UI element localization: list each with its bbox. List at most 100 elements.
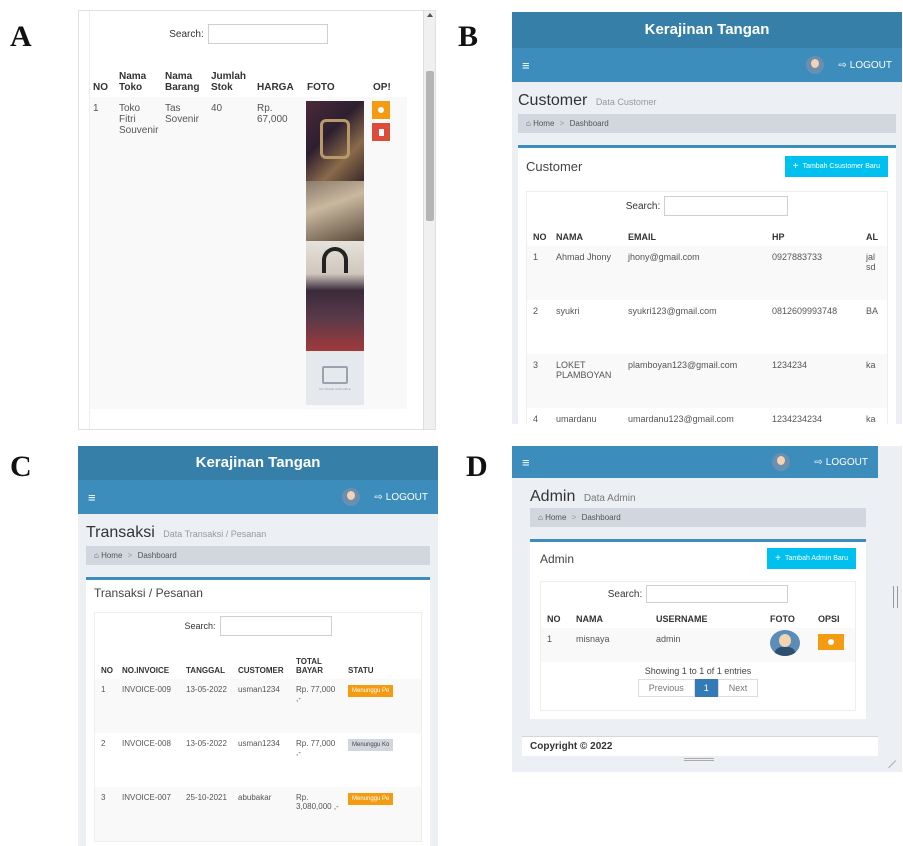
footer-copyright: Copyright © 2022: [530, 741, 613, 752]
scroll-up-arrow-icon[interactable]: [427, 13, 433, 17]
cell-invoice: INVOICE-009: [122, 685, 171, 694]
table-header-row: NO NO.INVOICE TANGGAL CUSTOMER TOTAL BAY…: [95, 639, 421, 679]
cell-hp: 0927883733: [772, 252, 823, 262]
cell-no: 2: [101, 739, 106, 748]
search-input[interactable]: [646, 585, 789, 603]
cell-hp: 1234234: [772, 360, 808, 370]
cell-alamat: ka: [866, 414, 876, 424]
label-d: D: [466, 450, 488, 483]
cell-alamat: jal sd: [866, 252, 876, 272]
plus-icon: +: [775, 553, 781, 564]
cell-invoice: INVOICE-007: [122, 793, 171, 802]
table-row: 2 INVOICE-008 13-05-2022 usman1234 Rp. 7…: [95, 733, 421, 787]
th-nama-barang: Nama Barang: [165, 71, 200, 93]
cell-username: admin: [656, 634, 681, 644]
th-harga: HARGA: [257, 82, 294, 93]
box-header: Admin + Tambah Admin Baru: [540, 548, 856, 569]
table-wrapper: Search: NO NAMA EMAIL HP AL 1 Ahmad Jhon…: [526, 191, 888, 424]
cell-foto: [767, 628, 815, 662]
page-header: Admin Data Admin: [512, 478, 902, 508]
page-title: Customer: [518, 92, 588, 109]
user-avatar[interactable]: [772, 453, 791, 471]
resize-handle-vertical[interactable]: [893, 586, 898, 608]
breadcrumb: ⌂ Home > Dashboard: [518, 114, 896, 133]
breadcrumb-sep: >: [559, 119, 565, 128]
product-photo-3[interactable]: [306, 241, 364, 351]
cell-no: 1: [547, 634, 553, 644]
search-row: Search:: [95, 613, 421, 639]
th-invoice: NO.INVOICE: [122, 666, 170, 675]
breadcrumb-sep: >: [571, 513, 577, 522]
cell-nama-barang: Tas Sovenir: [165, 103, 199, 125]
breadcrumb-dashboard[interactable]: Dashboard: [138, 551, 177, 560]
pagination-next[interactable]: Next: [717, 679, 759, 697]
pagination-page-1[interactable]: 1: [694, 679, 718, 697]
cell-foto: NO IMAGE AVAILABLE: [304, 97, 370, 409]
navbar: ≡ ⇨ LOGOUT: [512, 48, 902, 82]
avatar: [770, 630, 800, 656]
avatar-face: [779, 634, 791, 647]
breadcrumb-home[interactable]: Home: [533, 119, 554, 128]
resize-handle-horizontal[interactable]: [684, 758, 714, 761]
scrollbar-thumb[interactable]: [426, 71, 434, 221]
product-photo-2[interactable]: [306, 181, 364, 241]
cell-opsi: [815, 628, 855, 662]
resize-handle-corner[interactable]: [881, 753, 897, 769]
breadcrumb-dashboard[interactable]: Dashboard: [570, 119, 609, 128]
cell-total: Rp. 77,000 ,-: [296, 685, 336, 703]
cell-stok: 40: [211, 103, 223, 114]
search-input[interactable]: [219, 616, 332, 636]
th-foto: FOTO: [307, 82, 335, 93]
edit-button[interactable]: [818, 634, 844, 650]
add-customer-button[interactable]: + Tambah Csustomer Baru: [784, 156, 888, 177]
logout-button[interactable]: ⇨ LOGOUT: [814, 457, 868, 468]
search-label: Search:: [607, 588, 643, 600]
search-row: Search:: [527, 192, 887, 220]
breadcrumb-dashboard[interactable]: Dashboard: [582, 513, 621, 522]
edit-button[interactable]: [372, 101, 390, 119]
th-no: NO: [93, 82, 108, 93]
breadcrumb-sep: >: [127, 551, 133, 560]
pagination-previous[interactable]: Previous: [637, 679, 695, 697]
brand-bar: Kerajinan Tangan: [512, 12, 902, 48]
add-admin-button[interactable]: + Tambah Admin Baru: [767, 548, 856, 569]
th-no: NO: [101, 666, 113, 675]
cell-email: jhony@gmail.com: [628, 252, 700, 262]
cell-no: 4: [533, 414, 539, 424]
table-row: 1 misnaya admin: [541, 628, 855, 662]
breadcrumb: ⌂ Home > Dashboard: [530, 508, 866, 527]
search-input[interactable]: [664, 196, 789, 216]
th-jumlah-stok: Jumlah Stok: [211, 71, 247, 93]
cell-harga: Rp. 67,000: [257, 103, 288, 125]
plus-icon: +: [792, 161, 799, 172]
cell-tanggal: 13-05-2022: [186, 685, 227, 694]
search-input[interactable]: [207, 24, 328, 44]
box-title: Admin: [540, 551, 575, 566]
cell-alamat: ka: [866, 360, 876, 370]
delete-button[interactable]: [372, 123, 390, 141]
menu-toggle-icon[interactable]: ≡: [88, 490, 96, 505]
logout-button[interactable]: ⇨ LOGOUT: [374, 492, 428, 503]
bag-handle-icon: [322, 247, 348, 273]
cell-status: Menunggu Pe: [345, 679, 421, 733]
label-b: B: [458, 20, 479, 53]
menu-toggle-icon[interactable]: ≡: [522, 455, 530, 470]
user-avatar[interactable]: [806, 56, 825, 74]
search-label: Search:: [184, 621, 216, 631]
brand-bar: Kerajinan Tangan: [78, 446, 438, 480]
home-icon: ⌂: [94, 551, 99, 560]
menu-toggle-icon[interactable]: ≡: [522, 58, 530, 73]
logout-button[interactable]: ⇨ LOGOUT: [838, 60, 892, 71]
page-subtitle: Data Transaksi / Pesanan: [163, 529, 267, 539]
user-avatar[interactable]: [342, 488, 361, 506]
panel-b-customer: Kerajinan Tangan ≡ ⇨ LOGOUT Customer Dat…: [512, 12, 902, 424]
gear-icon: [828, 639, 834, 645]
product-photo-1[interactable]: [306, 101, 364, 181]
vertical-scrollbar[interactable]: [423, 11, 435, 429]
breadcrumb-home[interactable]: Home: [545, 513, 566, 522]
footer: Copyright © 2022: [522, 736, 878, 756]
breadcrumb-home[interactable]: Home: [101, 551, 122, 560]
gear-icon: [378, 107, 384, 113]
breadcrumb: ⌂ Home > Dashboard: [86, 546, 430, 565]
table-wrapper: Search: NO NAMA USERNAME FOTO OPSI 1 mis…: [540, 581, 856, 711]
